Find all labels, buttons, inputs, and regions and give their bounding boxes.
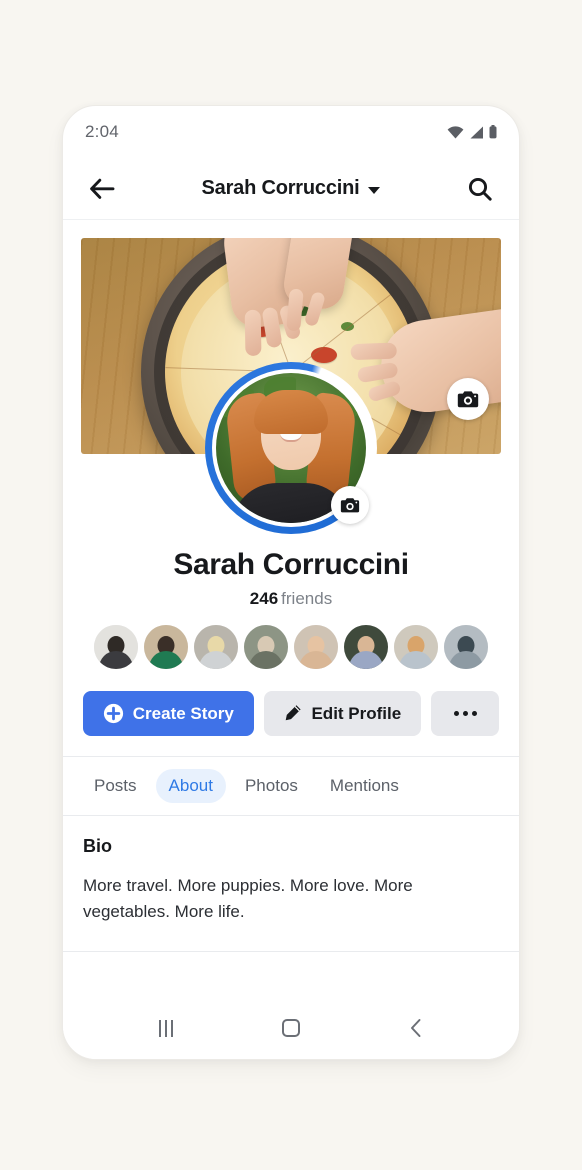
- friend-avatar[interactable]: [444, 625, 488, 669]
- friend-avatar[interactable]: [394, 625, 438, 669]
- create-story-button[interactable]: Create Story: [83, 691, 254, 736]
- edit-profile-photo-button[interactable]: [331, 486, 369, 524]
- back-icon: [409, 1018, 423, 1038]
- home-icon: [282, 1019, 300, 1037]
- avatar-smile: [280, 433, 302, 442]
- battery-icon: [489, 125, 497, 139]
- tab-posts[interactable]: Posts: [81, 769, 150, 803]
- chevron-down-icon: [368, 187, 380, 194]
- friend-avatar[interactable]: [294, 625, 338, 669]
- profile-screen-body: Sarah Corruccini 246friends: [63, 220, 519, 997]
- back-button[interactable]: [85, 172, 119, 206]
- page-title: Sarah Corruccini: [63, 548, 519, 582]
- friends-label: friends: [281, 589, 332, 608]
- friend-avatar[interactable]: [344, 625, 388, 669]
- home-button[interactable]: [269, 1006, 313, 1050]
- bio-section: Bio More travel. More puppies. More love…: [63, 816, 519, 937]
- friends-summary[interactable]: 246friends: [63, 589, 519, 609]
- plus-circle-icon: [103, 703, 124, 724]
- edit-profile-button[interactable]: Edit Profile: [264, 691, 421, 736]
- camera-icon: [340, 497, 360, 514]
- edit-profile-label: Edit Profile: [311, 704, 401, 724]
- bio-text: More travel. More puppies. More love. Mo…: [83, 873, 499, 925]
- recents-button[interactable]: [144, 1006, 188, 1050]
- cellular-signal-icon: [469, 126, 484, 139]
- search-icon: [467, 176, 493, 202]
- page-background: 2:04: [0, 0, 582, 1170]
- friend-avatar-list: [63, 625, 519, 669]
- pencil-icon: [283, 704, 302, 723]
- app-bar-title: Sarah Corruccini: [202, 177, 360, 200]
- android-back-button[interactable]: [394, 1006, 438, 1050]
- avatar-hair-top: [254, 390, 328, 434]
- android-navigation-bar: [63, 997, 519, 1059]
- profile-name-dropdown[interactable]: Sarah Corruccini: [202, 177, 381, 200]
- friend-avatar[interactable]: [144, 625, 188, 669]
- friend-avatar[interactable]: [244, 625, 288, 669]
- phone-mockup: 2:04: [62, 105, 520, 1060]
- profile-action-buttons: Create Story Edit Profile: [63, 669, 519, 756]
- profile-tabs: Posts About Photos Mentions: [63, 757, 519, 815]
- recents-icon: [159, 1020, 173, 1037]
- status-bar-time: 2:04: [85, 122, 119, 142]
- tab-mentions[interactable]: Mentions: [317, 769, 412, 803]
- status-bar-icons: [447, 125, 497, 139]
- arrow-left-icon: [89, 178, 115, 200]
- create-story-label: Create Story: [133, 704, 234, 724]
- tab-photos[interactable]: Photos: [232, 769, 311, 803]
- friends-count: 246: [250, 589, 278, 608]
- ellipsis-icon: [454, 711, 477, 716]
- bio-bottom-divider: [63, 951, 519, 952]
- story-ring[interactable]: [205, 362, 377, 534]
- app-bar-title-container: Sarah Corruccini: [63, 177, 519, 200]
- friend-avatar[interactable]: [94, 625, 138, 669]
- profile-avatar-block: [63, 362, 519, 534]
- friend-avatar[interactable]: [194, 625, 238, 669]
- app-bar: Sarah Corruccini: [63, 158, 519, 220]
- status-bar: 2:04: [63, 106, 519, 158]
- tab-about[interactable]: About: [156, 769, 226, 803]
- more-options-button[interactable]: [431, 691, 499, 736]
- bio-heading: Bio: [83, 836, 499, 857]
- search-button[interactable]: [463, 172, 497, 206]
- wifi-icon: [447, 126, 464, 139]
